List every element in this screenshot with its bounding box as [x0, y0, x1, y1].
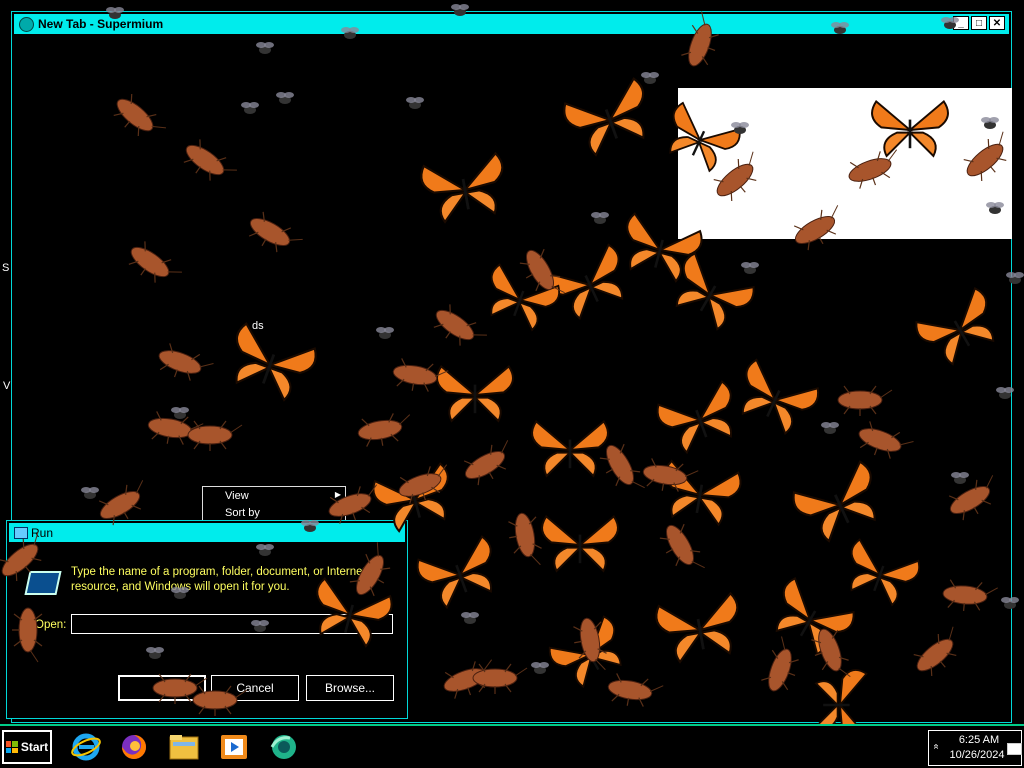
white-content-panel [678, 88, 1012, 239]
file-explorer-icon[interactable] [168, 732, 200, 762]
run-small-icon [14, 527, 28, 539]
run-description: Type the name of a program, folder, docu… [71, 566, 366, 593]
browse-button[interactable]: Browse... [306, 675, 394, 701]
internet-explorer-icon[interactable] [70, 732, 102, 762]
media-player-icon[interactable] [218, 732, 250, 762]
browser-titlebar[interactable]: New Tab - Supermium _ □ ✕ [14, 14, 1009, 34]
tray-expand-icon[interactable]: « [930, 744, 941, 750]
menu-item-sort-by[interactable]: Sort by [225, 507, 260, 519]
start-button[interactable]: Start [2, 730, 52, 764]
show-desktop-icon[interactable] [1007, 743, 1022, 755]
desktop-icon-label-fragment[interactable]: V [3, 380, 10, 392]
taskbar: Start « 6:25 AM 10/26/2024 [0, 724, 1024, 768]
system-tray: « 6:25 AM 10/26/2024 [928, 730, 1022, 766]
window-controls: _ □ ✕ [953, 16, 1005, 30]
desktop-icon-label-fragment[interactable]: ds [252, 320, 264, 332]
maximize-button[interactable]: □ [971, 16, 987, 30]
run-dialog: Run Type the name of a program, folder, … [6, 520, 408, 719]
run-titlebar[interactable]: Run [9, 523, 405, 542]
clock-time[interactable]: 6:25 AM [949, 734, 1009, 746]
close-button[interactable]: ✕ [989, 16, 1005, 30]
open-input[interactable] [71, 614, 393, 634]
menu-item-view[interactable]: View [225, 490, 249, 502]
windows-logo-icon [5, 741, 18, 753]
submenu-arrow-icon: ▶ [334, 490, 341, 499]
open-label: Open: [35, 619, 67, 631]
start-label: Start [20, 740, 49, 754]
desktop-icon-label-fragment[interactable]: S [2, 262, 9, 274]
supermium-icon[interactable] [268, 732, 300, 762]
minimize-button[interactable]: _ [953, 16, 969, 30]
firefox-icon[interactable] [118, 732, 150, 762]
ok-button[interactable]: OK [118, 675, 206, 701]
clock-date[interactable]: 10/26/2024 [945, 749, 1009, 761]
run-title: Run [31, 526, 54, 540]
cancel-button[interactable]: Cancel [211, 675, 299, 701]
run-program-icon [24, 571, 62, 595]
supermium-icon [19, 17, 34, 32]
window-title: New Tab - Supermium [38, 17, 164, 31]
